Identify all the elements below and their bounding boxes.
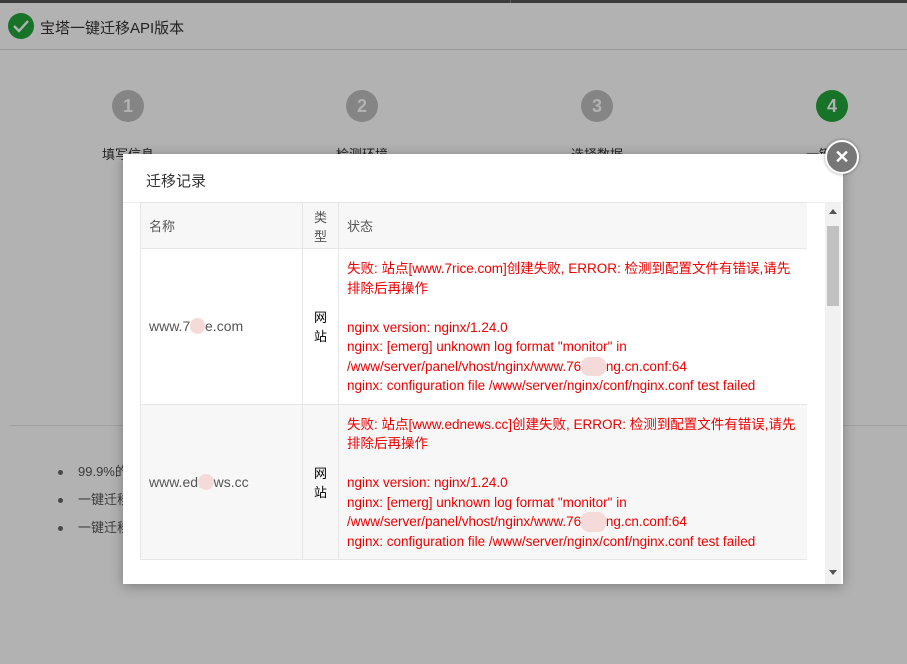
site-name-suffix: e.com: [205, 318, 244, 335]
status-message: 失败: 站点[www.7rice.com]创建失败, ERROR: 检测到配置文…: [338, 248, 807, 405]
status-version: nginx version: nginx/1.24.0: [347, 475, 508, 490]
site-name-prefix: www.ed: [149, 473, 199, 490]
scroll-thumb[interactable]: [827, 226, 839, 306]
table-row: www.7rice.com 网 站 失败: 站点[www.7rice.com]创…: [140, 248, 807, 405]
column-header-type: 类 型: [302, 202, 339, 249]
redacted-text: ric: [190, 318, 206, 335]
close-modal-button[interactable]: ✕: [825, 140, 859, 174]
site-type-line: 网: [313, 310, 327, 326]
status-emerg: nginx: [emerg] unknown log format "monit…: [347, 339, 627, 354]
scroll-down-arrow-icon[interactable]: [829, 570, 837, 575]
site-name: www.7rice.com: [140, 248, 303, 405]
status-error: 失败: 站点[www.ednews.cc]创建失败, ERROR: 检测到配置文…: [347, 416, 796, 452]
status-path-prefix: /www/server/panel/vhost/nginx/www.76: [347, 358, 582, 374]
redacted-text: ricei: [581, 512, 606, 532]
site-name: www.ednews.cc: [140, 403, 303, 560]
table-header-row: 名称 类 型 状态: [140, 202, 807, 249]
column-header-type-line: 型: [313, 228, 327, 244]
status-config: nginx: configuration file /www/server/ng…: [347, 378, 756, 393]
status-config: nginx: configuration file /www/server/ng…: [347, 533, 756, 549]
modal-header: 迁移记录: [123, 154, 843, 203]
site-type-line: 站: [313, 329, 327, 345]
status-path: /www/server/panel/vhost/nginx/www.76rice…: [347, 356, 799, 376]
status-path-suffix: ng.cn.conf:64: [605, 358, 687, 374]
redacted-text: ricei: [581, 356, 606, 376]
log-table: 名称 类 型 状态 www.7rice.com 网 站 失败: 站: [140, 202, 807, 560]
status-error: 失败: 站点[www.7rice.com]创建失败, ERROR: 检测到配置文…: [347, 261, 791, 296]
column-header-status: 状态: [338, 202, 807, 249]
status-path: /www/server/panel/vhost/nginx/www.76rice…: [347, 512, 799, 532]
status-path-prefix: /www/server/panel/vhost/nginx/www.76: [347, 514, 582, 529]
status-version: nginx version: nginx/1.24.0: [347, 319, 508, 335]
site-name-prefix: www.7: [149, 318, 191, 335]
modal-title: 迁移记录: [146, 173, 207, 190]
site-type-line: 网: [313, 465, 327, 481]
redacted-text: ne: [198, 473, 214, 490]
status-path-suffix: ng.cn.conf:64: [605, 514, 687, 529]
migration-log-modal: 迁移记录 名称 类 型 状态 www.7rice.com: [123, 154, 843, 584]
site-type-line: 站: [313, 484, 327, 500]
scroll-up-arrow-icon[interactable]: [829, 209, 837, 214]
vertical-scrollbar[interactable]: [825, 202, 841, 584]
column-header-name: 名称: [140, 202, 303, 249]
column-header-type-line: 类: [313, 209, 327, 225]
site-type: 网 站: [302, 403, 339, 560]
log-table-container[interactable]: 名称 类 型 状态 www.7rice.com 网 站 失败: 站: [140, 202, 807, 584]
site-type: 网 站: [302, 248, 339, 405]
site-name-suffix: ws.cc: [213, 473, 249, 490]
status-message: 失败: 站点[www.ednews.cc]创建失败, ERROR: 检测到配置文…: [338, 403, 807, 560]
status-emerg: nginx: [emerg] unknown log format "monit…: [347, 494, 627, 510]
table-row: www.ednews.cc 网 站 失败: 站点[www.ednews.cc]创…: [140, 403, 807, 560]
